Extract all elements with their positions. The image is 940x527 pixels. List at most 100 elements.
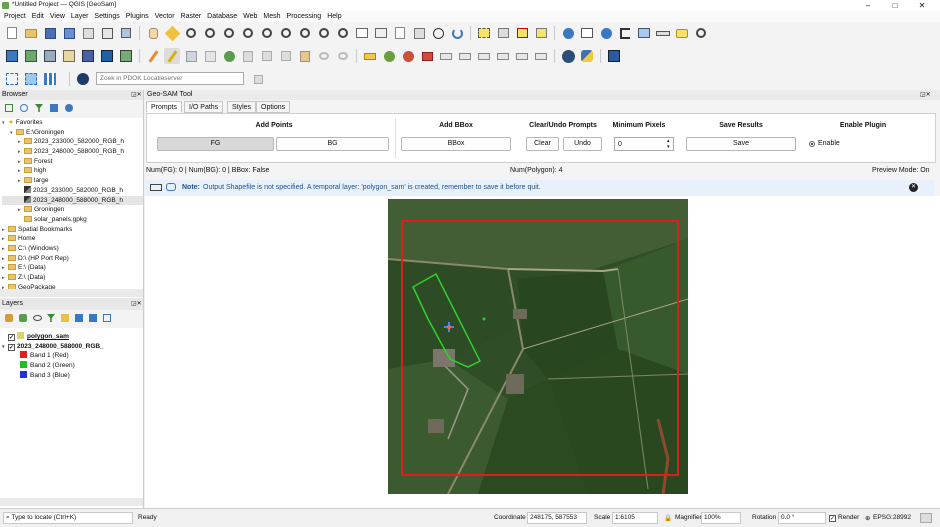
fg-button[interactable]: FG <box>157 137 274 151</box>
manage-visibility-icon[interactable] <box>31 312 43 324</box>
style-manager-icon[interactable] <box>118 25 134 41</box>
coordinate-field[interactable]: 248175, 587553 <box>527 512 587 524</box>
pan-to-selection-icon[interactable] <box>164 25 180 41</box>
label-change-icon[interactable] <box>476 48 492 64</box>
layer-item[interactable]: ✓ polygon_sam <box>2 332 143 342</box>
python-console-icon[interactable] <box>579 48 595 64</box>
add-spatialite-icon[interactable] <box>80 48 96 64</box>
temporal-controller-icon[interactable] <box>430 25 446 41</box>
browser-item[interactable]: ▸ large <box>2 176 143 186</box>
field-calculator-icon[interactable] <box>636 25 652 41</box>
add-feature-icon[interactable] <box>202 48 218 64</box>
label-history-icon[interactable] <box>533 48 549 64</box>
clear-button[interactable]: Clear <box>526 137 559 151</box>
band-legend-item[interactable]: Band 1 (Red) <box>2 351 143 361</box>
tab-prompts[interactable]: Prompts <box>146 101 183 113</box>
grid-icon[interactable] <box>42 71 58 87</box>
menu-edit[interactable]: Edit <box>32 13 44 20</box>
print-layout-icon[interactable] <box>80 25 96 41</box>
select-box-icon[interactable] <box>4 71 20 87</box>
show-bookmarks-icon[interactable] <box>411 25 427 41</box>
label-rotate-icon[interactable] <box>457 48 473 64</box>
zoom-full-icon[interactable] <box>240 25 256 41</box>
dismiss-icon[interactable]: ✕ <box>909 183 918 192</box>
browser-item[interactable]: ▸ E:\ (Data) <box>2 263 143 273</box>
delete-feature-icon[interactable] <box>240 48 256 64</box>
lock-scale-icon[interactable]: 🔒 <box>664 514 672 522</box>
bookmark-icon[interactable] <box>392 25 408 41</box>
map-canvas[interactable] <box>145 196 940 508</box>
toolbox-gear-icon[interactable] <box>598 25 614 41</box>
add-virtual-layer-icon[interactable] <box>99 48 115 64</box>
browser-item[interactable]: ▸ Groningen <box>2 205 143 215</box>
geosam-close-icon[interactable]: ◲✕ <box>920 91 931 98</box>
help-icon[interactable] <box>606 48 622 64</box>
label-tool-icon[interactable] <box>381 48 397 64</box>
save-project-icon[interactable] <box>42 25 58 41</box>
bg-button[interactable]: BG <box>276 137 389 151</box>
new-3d-map-icon[interactable] <box>373 25 389 41</box>
render-checkbox[interactable]: ✓ <box>829 515 836 522</box>
paste-icon[interactable] <box>297 48 313 64</box>
save-as-icon[interactable] <box>61 25 77 41</box>
zoom-out-icon[interactable] <box>202 25 218 41</box>
browser-item[interactable]: ▸ Home <box>2 234 143 244</box>
browser-item[interactable]: ▾ ★ Favorites <box>2 118 143 128</box>
clear-search-icon[interactable] <box>250 71 266 87</box>
browser-item[interactable]: ▸ Z:\ (Data) <box>2 273 143 283</box>
layout-manager-icon[interactable] <box>99 25 115 41</box>
enable-radio[interactable] <box>809 141 815 147</box>
tab-options[interactable]: Options <box>256 101 291 113</box>
locate-box[interactable]: ⌕ Type to locate (Ctrl+K) <box>3 512 133 524</box>
browser-item[interactable]: ▸ 2023_233000_582000_RGB_h <box>2 137 143 147</box>
open-project-icon[interactable] <box>23 25 39 41</box>
expand-all-icon[interactable] <box>73 312 85 324</box>
redo-icon[interactable] <box>335 48 351 64</box>
menu-database[interactable]: Database <box>207 13 237 20</box>
label-props-icon[interactable] <box>514 48 530 64</box>
zoom-next-icon[interactable] <box>335 25 351 41</box>
menu-plugins[interactable]: Plugins <box>126 13 149 20</box>
layers-scrollbar[interactable] <box>0 498 143 506</box>
menu-web[interactable]: Web <box>243 13 257 20</box>
browser-item[interactable]: ▸ Spatial Bookmarks <box>2 225 143 235</box>
locator-icon[interactable] <box>693 25 709 41</box>
select-features-icon[interactable] <box>476 25 492 41</box>
vertex-tool-icon[interactable] <box>221 48 237 64</box>
min-pixels-spinbox[interactable]: 0 ▴ ▾ <box>614 137 674 151</box>
save-edits-icon[interactable] <box>183 48 199 64</box>
browser-item[interactable]: solar_panels.gpkg <box>2 215 143 225</box>
attribute-table-icon[interactable] <box>579 25 595 41</box>
browser-item[interactable]: 2023_233000_582000_RGB_h <box>2 185 143 196</box>
layer-visibility-checkbox[interactable]: ✓ <box>8 334 15 341</box>
zoom-in-icon[interactable] <box>183 25 199 41</box>
tab-io-paths[interactable]: I/O Paths <box>184 101 224 113</box>
browser-item[interactable]: ▸ 2023_248000_588000_RGB_h <box>2 147 143 157</box>
measure-icon[interactable] <box>655 25 671 41</box>
menu-layer[interactable]: Layer <box>71 13 89 20</box>
identify-icon[interactable] <box>560 25 576 41</box>
crs-globe-icon[interactable]: ⊕ <box>865 514 870 522</box>
label-pin-icon[interactable] <box>400 48 416 64</box>
pan-hand-icon[interactable] <box>145 25 161 41</box>
diagram-icon[interactable] <box>495 48 511 64</box>
browser-item[interactable]: ▾ E:\Groningen <box>2 128 143 138</box>
band-legend-item[interactable]: Band 3 (Blue) <box>2 370 143 381</box>
browser-filter-icon[interactable] <box>33 102 45 114</box>
messages-icon[interactable] <box>920 513 932 523</box>
add-vector-layer-icon[interactable] <box>23 48 39 64</box>
cut-icon[interactable] <box>259 48 275 64</box>
scale-field[interactable]: 1:6105 <box>612 512 658 524</box>
crs-label[interactable]: EPSG:28992 <box>873 514 911 521</box>
zoom-last-icon[interactable] <box>316 25 332 41</box>
browser-item[interactable]: ▸ high <box>2 166 143 176</box>
rotation-field[interactable]: 0.0 ° <box>778 512 826 524</box>
browser-item[interactable]: ▸ C:\ (Windows) <box>2 244 143 254</box>
filter-expression-icon[interactable] <box>59 312 71 324</box>
plugin-globe-icon[interactable] <box>560 48 576 64</box>
browser-item[interactable]: ▸ D:\ (HP Port Rep) <box>2 254 143 264</box>
bbox-button[interactable]: BBox <box>401 137 511 151</box>
map-tips-icon[interactable] <box>674 25 690 41</box>
browser-refresh-icon[interactable] <box>18 102 30 114</box>
deselect-icon[interactable] <box>514 25 530 41</box>
